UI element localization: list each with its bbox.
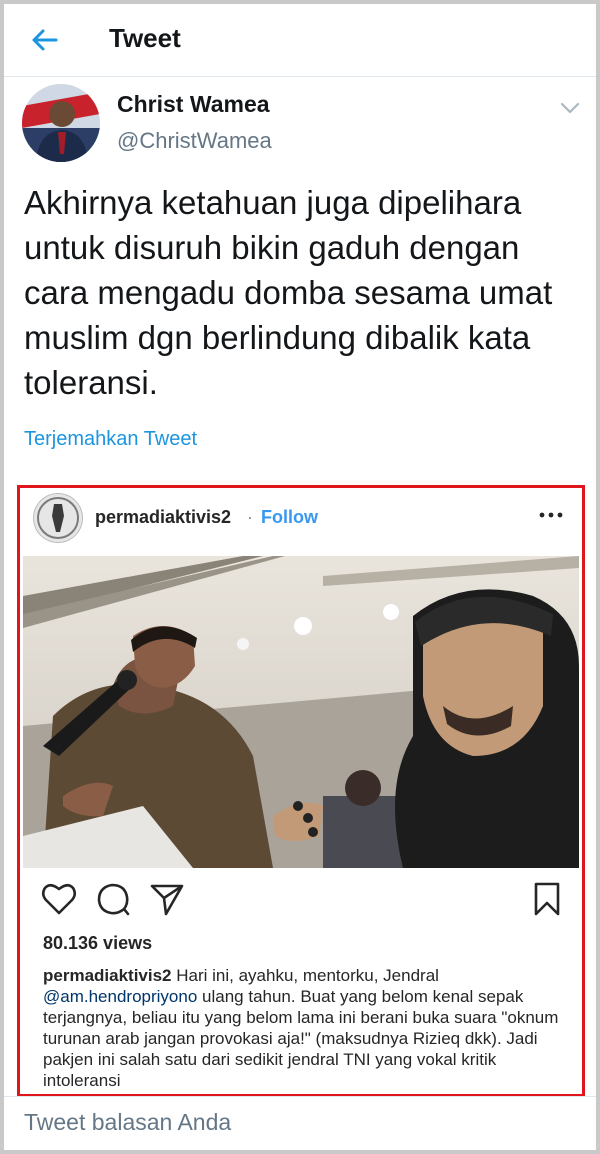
- back-button[interactable]: [26, 22, 62, 58]
- post-photo-image: [23, 556, 579, 868]
- heart-icon: [41, 883, 77, 915]
- ig-username[interactable]: permadiaktivis2: [95, 507, 231, 528]
- ig-post-photo[interactable]: [23, 556, 579, 868]
- ig-caption-username[interactable]: permadiaktivis2: [43, 966, 172, 985]
- bookmark-icon: [534, 882, 560, 916]
- ig-caption: permadiaktivis2 Hari ini, ayahku, mentor…: [43, 965, 571, 1091]
- ig-caption-text-1: Hari ini, ayahku, mentorku, Jendral: [176, 966, 439, 985]
- tweet-author: Christ Wamea @ChristWamea: [4, 76, 596, 172]
- avatar-image: [22, 84, 100, 162]
- send-icon: [150, 884, 184, 916]
- reply-bar: Tweet balasan Anda: [4, 1096, 596, 1150]
- translate-tweet-link[interactable]: Terjemahkan Tweet: [24, 428, 197, 451]
- screen: Tweet Christ Wamea @ChristWamea Akhirnya…: [4, 4, 596, 1150]
- ig-post-header: permadiaktivis2 · Follow: [20, 488, 582, 550]
- ig-caption-mention[interactable]: @am.hendropriyono: [43, 987, 197, 1006]
- author-name[interactable]: Christ Wamea: [117, 91, 270, 118]
- save-button[interactable]: [528, 880, 566, 918]
- top-bar: Tweet: [4, 4, 596, 77]
- ig-follow-button[interactable]: Follow: [261, 507, 318, 528]
- page-title: Tweet: [109, 23, 181, 53]
- like-button[interactable]: [40, 880, 78, 918]
- ig-avatar[interactable]: [34, 494, 82, 542]
- back-arrow-icon: [32, 29, 58, 51]
- more-dots-icon: [539, 512, 563, 518]
- ig-more-button[interactable]: [536, 500, 566, 530]
- comment-button[interactable]: [94, 880, 132, 918]
- tweet-text: Akhirnya ketahuan juga dipelihara untuk …: [24, 184, 553, 401]
- reply-input[interactable]: Tweet balasan Anda: [24, 1109, 231, 1136]
- embedded-instagram-screenshot[interactable]: permadiaktivis2 · Follow 80.136 views pe…: [17, 485, 585, 1097]
- comment-bubble-icon: [97, 883, 130, 916]
- chevron-down-icon: [560, 102, 580, 114]
- tweet-menu-button[interactable]: [556, 96, 584, 120]
- ig-separator: ·: [247, 507, 253, 527]
- author-handle[interactable]: @ChristWamea: [117, 128, 272, 154]
- ig-action-bar: [20, 876, 582, 924]
- avatar[interactable]: [22, 84, 100, 162]
- share-button[interactable]: [148, 880, 186, 918]
- ig-avatar-image: [34, 494, 82, 542]
- ig-view-count: 80.136 views: [43, 933, 153, 953]
